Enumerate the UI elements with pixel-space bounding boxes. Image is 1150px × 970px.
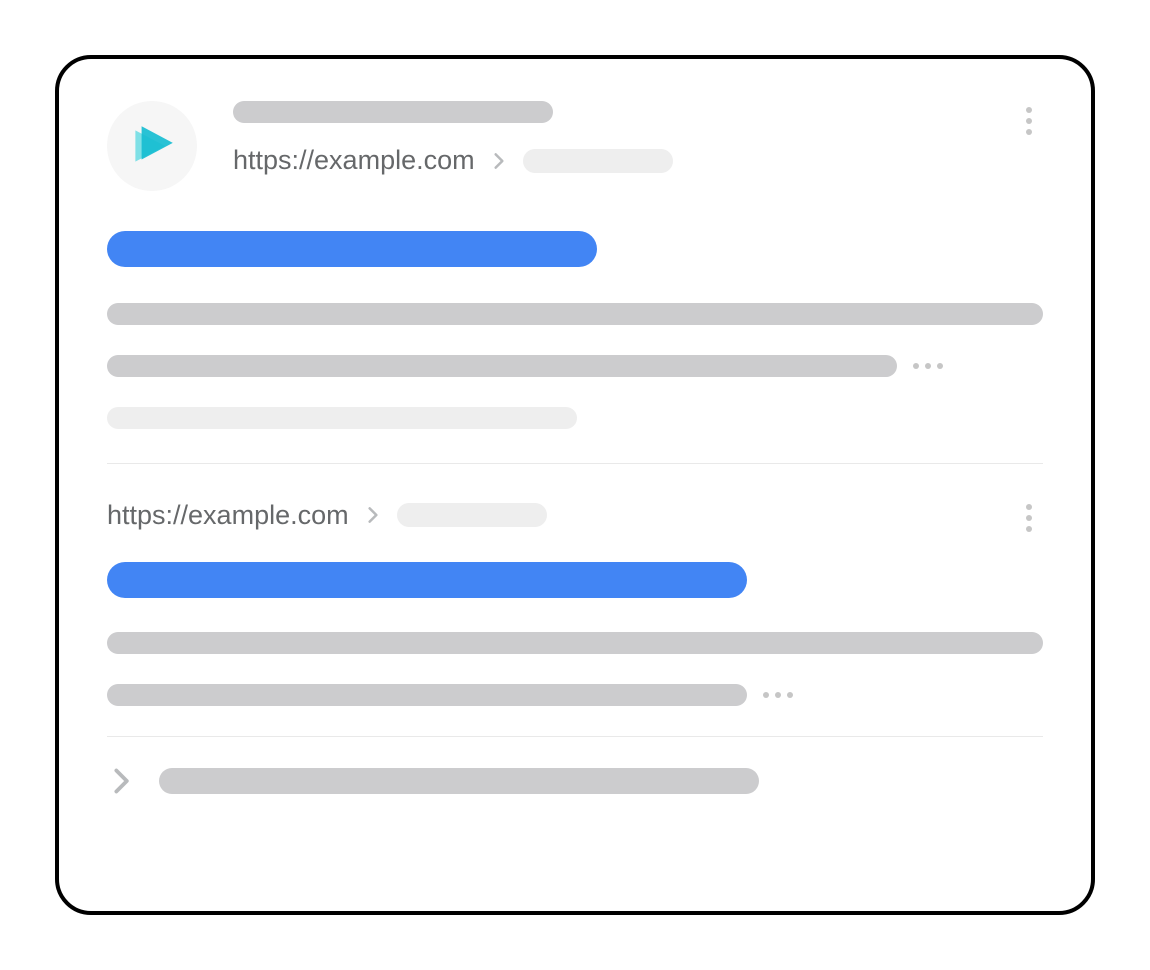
- snippet-line: [107, 684, 747, 706]
- breadcrumb: https://example.com: [233, 145, 1015, 176]
- breadcrumb: https://example.com: [107, 500, 1015, 531]
- result-meta-placeholder: [107, 407, 577, 429]
- result-snippet: [107, 303, 1043, 429]
- result-heading-block: https://example.com: [233, 101, 1015, 176]
- result-header: https://example.com: [107, 101, 1043, 191]
- result-url[interactable]: https://example.com: [233, 145, 475, 176]
- breadcrumb-segment-placeholder: [397, 503, 547, 527]
- chevron-right-icon: [107, 767, 135, 795]
- divider: [107, 736, 1043, 737]
- jump-to-row: [107, 767, 1043, 795]
- site-favicon: [107, 101, 197, 191]
- ellipsis-icon: [763, 692, 793, 698]
- more-options-button[interactable]: [1015, 504, 1043, 532]
- snippet-line: [107, 303, 1043, 325]
- result-title-link[interactable]: [107, 562, 747, 598]
- site-play-icon: [126, 120, 178, 172]
- more-vertical-icon: [1026, 118, 1032, 124]
- divider: [107, 463, 1043, 464]
- jump-to-link[interactable]: [159, 768, 759, 794]
- snippet-line: [107, 632, 1043, 654]
- ellipsis-icon: [913, 363, 943, 369]
- result-url[interactable]: https://example.com: [107, 500, 349, 531]
- breadcrumb-segment-placeholder: [523, 149, 673, 173]
- site-name-placeholder: [233, 101, 553, 123]
- result-title-link[interactable]: [107, 231, 597, 267]
- result-snippet: [107, 632, 1043, 706]
- chevron-right-icon: [489, 151, 509, 171]
- sitelink-result: https://example.com: [107, 498, 1043, 795]
- snippet-line: [107, 355, 897, 377]
- more-options-button[interactable]: [1015, 107, 1043, 135]
- more-vertical-icon: [1026, 515, 1032, 521]
- chevron-right-icon: [363, 505, 383, 525]
- search-result-card: https://example.com: [55, 55, 1095, 915]
